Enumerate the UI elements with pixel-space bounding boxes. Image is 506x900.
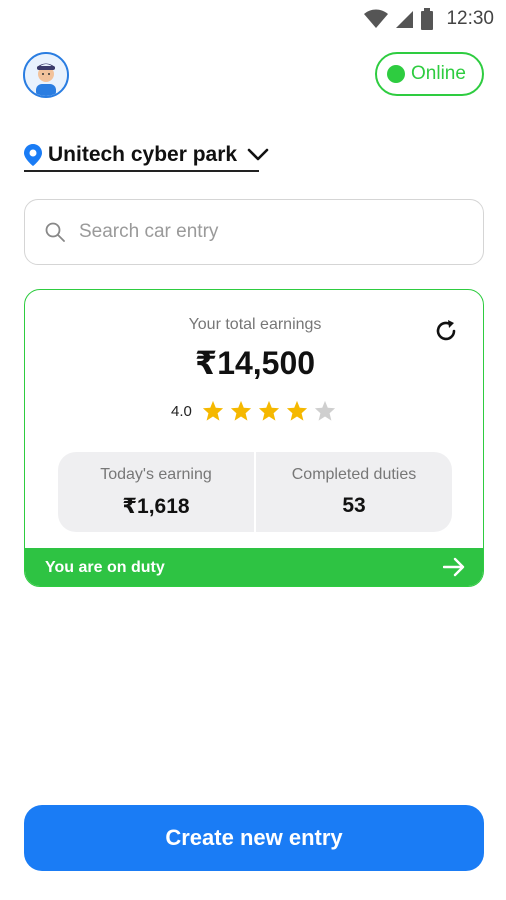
create-new-entry-button[interactable]: Create new entry <box>24 805 484 871</box>
location-pin-icon <box>24 144 42 166</box>
search-icon <box>45 222 65 242</box>
completed-duties-value: 53 <box>342 494 366 517</box>
battery-icon <box>421 8 434 30</box>
location-selector[interactable]: Unitech cyber park <box>24 138 269 172</box>
star-icon <box>202 400 223 421</box>
user-avatar-icon <box>25 54 67 96</box>
cell-signal-icon <box>396 11 414 28</box>
status-bar: 12:30 <box>0 0 506 38</box>
status-time: 12:30 <box>446 8 494 29</box>
location-name: Unitech cyber park <box>48 143 238 166</box>
rating-row: 4.0 <box>171 400 336 422</box>
star-icon <box>230 400 251 421</box>
location-underline <box>24 170 259 172</box>
create-new-entry-label: Create new entry <box>165 825 343 850</box>
star-empty-icon <box>314 400 335 421</box>
duty-status-bar[interactable]: You are on duty <box>25 548 483 586</box>
rating-value: 4.0 <box>171 402 192 420</box>
total-earnings-amount: ₹14,500 <box>194 345 316 381</box>
search-input[interactable] <box>79 221 439 243</box>
earnings-card: Your total earnings ₹14,500 4.0 Today's … <box>24 289 484 587</box>
todays-earning-label: Today's earning <box>100 465 212 483</box>
todays-earning-stat: Today's earning ₹1,618 <box>58 452 254 532</box>
star-icon <box>286 400 307 421</box>
refresh-icon[interactable] <box>433 318 459 344</box>
duty-status-label: You are on duty <box>45 559 165 576</box>
completed-duties-stat: Completed duties 53 <box>256 452 452 532</box>
online-dot-icon <box>387 65 405 83</box>
earnings-stats-panel: Today's earning ₹1,618 Completed duties … <box>58 452 452 532</box>
status-icons: 12:30 <box>364 8 494 30</box>
online-status-toggle[interactable]: Online <box>375 52 484 96</box>
star-icon <box>258 400 279 421</box>
earnings-title: Your total earnings <box>188 316 322 333</box>
profile-avatar[interactable] <box>23 52 69 98</box>
arrow-right-icon <box>443 557 465 577</box>
todays-earning-value: ₹1,618 <box>122 494 190 518</box>
chevron-down-icon <box>247 148 269 161</box>
online-status-label: Online <box>411 63 466 84</box>
search-bar[interactable] <box>24 199 484 265</box>
wifi-icon <box>364 9 389 28</box>
completed-duties-label: Completed duties <box>291 466 417 483</box>
